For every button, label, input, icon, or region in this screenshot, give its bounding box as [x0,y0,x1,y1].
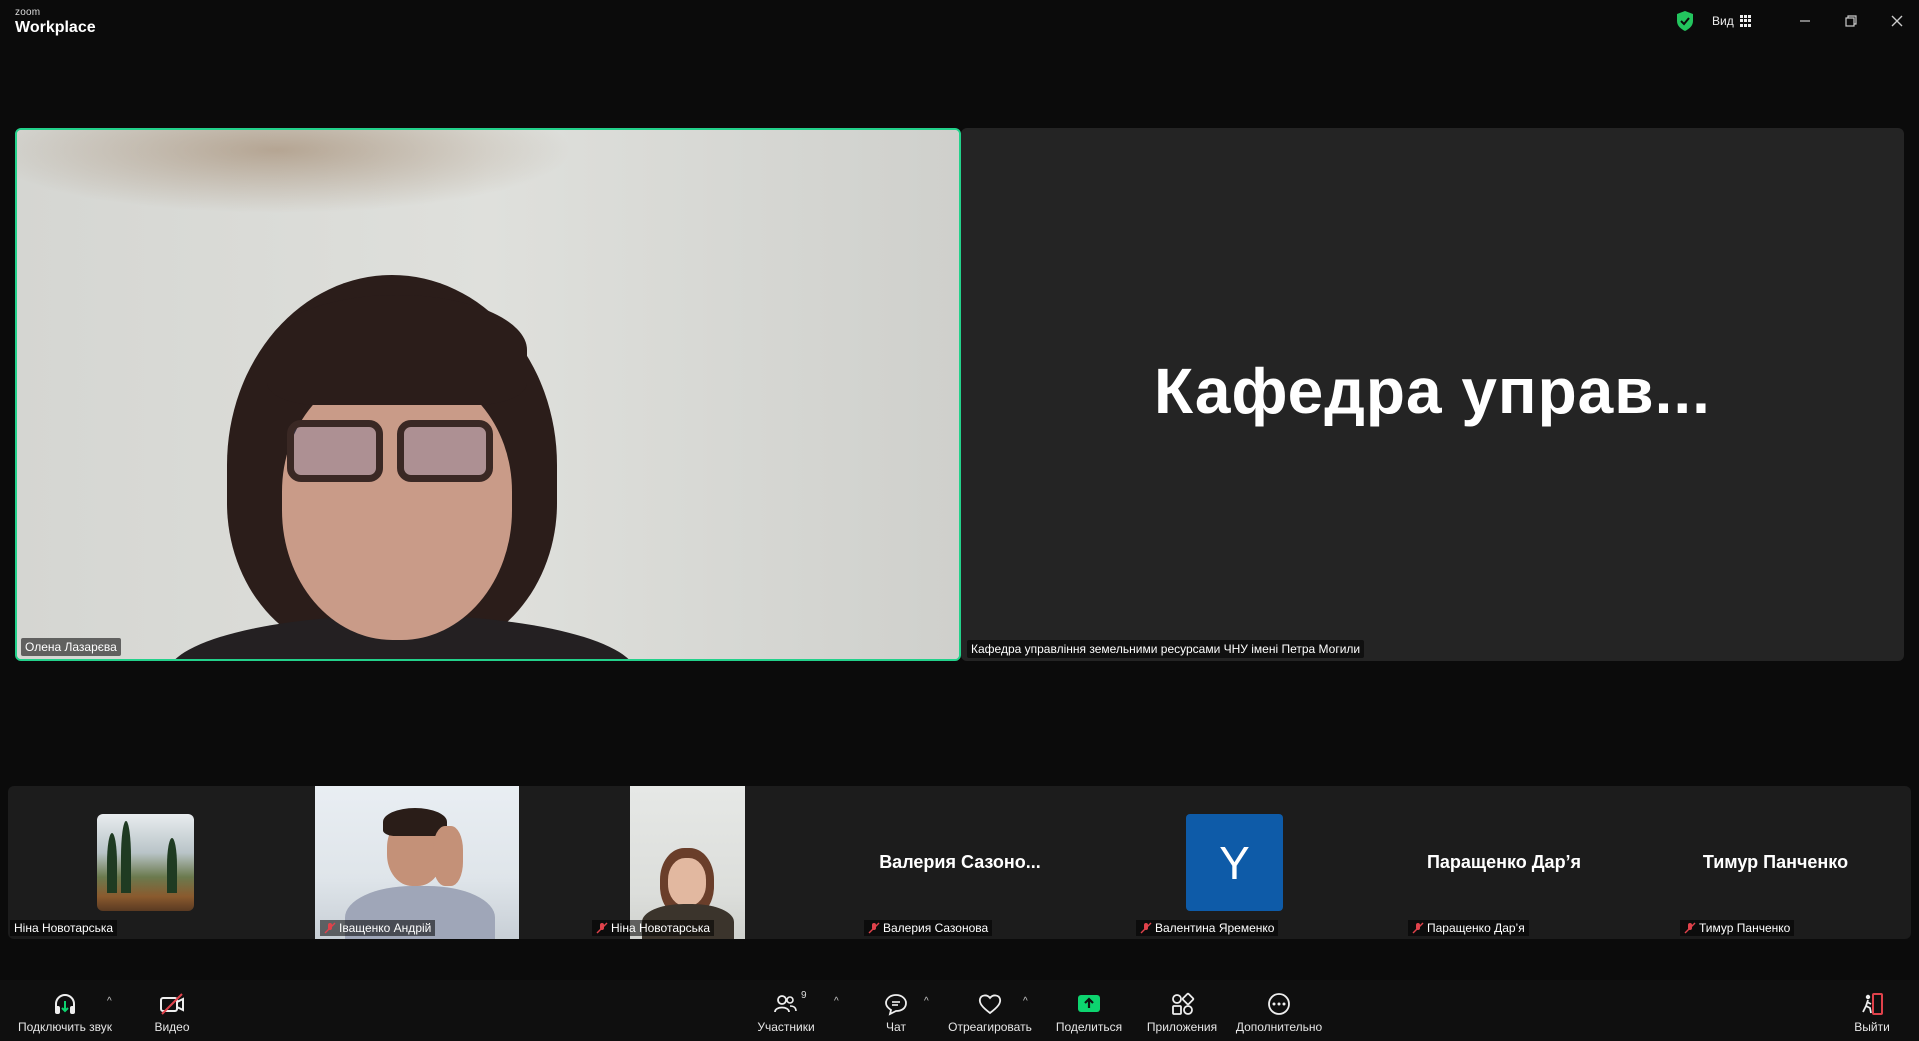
participant-tile[interactable]: Y Валентина Яременко [1096,786,1368,939]
share-screen-icon [1078,995,1100,1012]
participant-tile[interactable]: Тимур Панченко Тимур Панченко [1640,786,1911,939]
speaker-bangs [267,295,527,405]
react-button[interactable]: Отреагировать [948,980,1032,1041]
react-options-caret[interactable]: ^ [1023,996,1028,1007]
chat-icon [885,994,907,1016]
mic-off-icon [1140,922,1152,934]
share-button[interactable]: Поделиться [1054,980,1124,1041]
presenter-name: Кафедра управління земельними ресурсами … [971,642,1361,656]
heart-icon [978,994,1002,1015]
participant-display-name: Тимур Панченко [1702,852,1849,872]
logo-top-text: zoom [15,7,41,18]
participant-name: Тимур Панченко [1699,921,1791,935]
participants-button[interactable]: 9 Участники [750,980,822,1041]
participant-tile[interactable]: Паращенко Дар’я Паращенко Дар’я [1368,786,1640,939]
leave-button[interactable]: Выйти [1852,980,1892,1041]
mic-off-icon [596,922,608,934]
headphones-icon [55,994,75,1014]
more-button[interactable]: Дополнительно [1234,980,1324,1041]
participant-name-tag: Тимур Панченко [1680,920,1795,936]
view-label: Вид [1712,14,1734,28]
initial-avatar: Y [1186,814,1283,911]
close-button[interactable] [1885,10,1909,32]
participant-tile[interactable]: Ніна Новотарська [8,786,280,939]
apps-label: Приложения [1146,1020,1218,1034]
join-audio-button[interactable]: Подключить звук [14,980,116,1041]
grid-icon [1739,15,1752,27]
speaker-name-tag: Олена Лазарєва [21,638,121,656]
mic-off-icon [1412,922,1424,934]
more-label: Дополнительно [1235,1020,1323,1034]
participant-name: Ніна Новотарська [611,921,711,935]
speaker-face [282,370,512,640]
mic-off-icon [1684,922,1696,934]
maximize-button[interactable] [1839,10,1863,32]
participant-tile[interactable]: Ніна Новотарська [552,786,824,939]
presenter-name-tag: Кафедра управління земельними ресурсами … [967,640,1365,658]
participant-name-tag: Паращенко Дар’я [1408,920,1529,936]
minimize-icon [1800,20,1810,22]
title-bar: zoom Workplace Вид [0,0,1919,44]
glasses-right [397,420,493,482]
participant-name-tag: Іващенко Андрій [320,920,436,936]
participant-tile[interactable]: Іващенко Андрій [280,786,552,939]
participant-display-name: Паращенко Дар’я [1426,852,1582,872]
minimize-button[interactable] [1793,10,1817,32]
chat-label: Чат [886,1020,906,1034]
participant-display-name: Валерия Сазоно... [879,852,1041,872]
video-off-icon [160,993,184,1015]
leave-label: Выйти [1854,1020,1890,1034]
speaker-name: Олена Лазарєва [25,640,117,654]
participant-video [630,786,745,939]
view-button[interactable]: Вид [1712,11,1752,31]
participants-options-caret[interactable]: ^ [834,996,839,1007]
participants-icon [774,995,797,1013]
participant-name: Валентина Яременко [1155,921,1275,935]
mic-off-icon [868,922,880,934]
video-button[interactable]: Видео [145,980,199,1041]
participants-count: 9 [801,990,807,1001]
active-speaker-tile[interactable]: Олена Лазарєва [15,128,961,661]
logo-bottom-text: Workplace [15,19,96,36]
glasses-left [287,420,383,482]
audio-options-caret[interactable]: ^ [107,996,112,1007]
share-label: Поделиться [1055,1020,1123,1034]
participants-label: Участники [757,1020,815,1034]
participant-name-tag: Ніна Новотарська [592,920,715,936]
chat-options-caret[interactable]: ^ [924,996,929,1007]
participant-name-tag: Валерия Сазонова [864,920,993,936]
mic-off-icon [324,922,336,934]
close-icon [1891,15,1903,27]
leave-icon [1862,993,1883,1015]
participant-name: Іващенко Андрій [339,921,432,935]
participant-name-tag: Валентина Яременко [1136,920,1279,936]
presenter-display-name: Кафедра управ... [1154,355,1711,427]
profile-picture [97,814,194,911]
zoom-logo: zoom Workplace [15,8,96,36]
video-label: Видео [154,1020,190,1034]
participant-name: Ніна Новотарська [14,921,114,935]
react-label: Отреагировать [948,1020,1032,1034]
participant-name: Валерия Сазонова [883,921,989,935]
participant-filmstrip: Ніна Новотарська Іващенко Андрій Ніна Но… [8,786,1911,939]
audio-label: Подключить звук [17,1020,113,1034]
apps-icon [1172,992,1195,1015]
meeting-toolbar: Подключить звук ^ Видео 9 Участники ^ Ча… [0,980,1919,1041]
participant-name: Паращенко Дар’я [1427,921,1525,935]
participant-video [315,786,519,939]
presenter-tile[interactable]: Кафедра управ... Кафедра управління земе… [961,128,1904,661]
restore-icon [1845,15,1857,27]
more-icon [1268,993,1290,1015]
apps-button[interactable]: Приложения [1145,980,1219,1041]
chat-button[interactable]: Чат [876,980,916,1041]
participant-name-tag: Ніна Новотарська [10,920,118,936]
shield-icon[interactable] [1676,11,1694,31]
participant-tile[interactable]: Валерия Сазоно... Валерия Сазонова [824,786,1096,939]
